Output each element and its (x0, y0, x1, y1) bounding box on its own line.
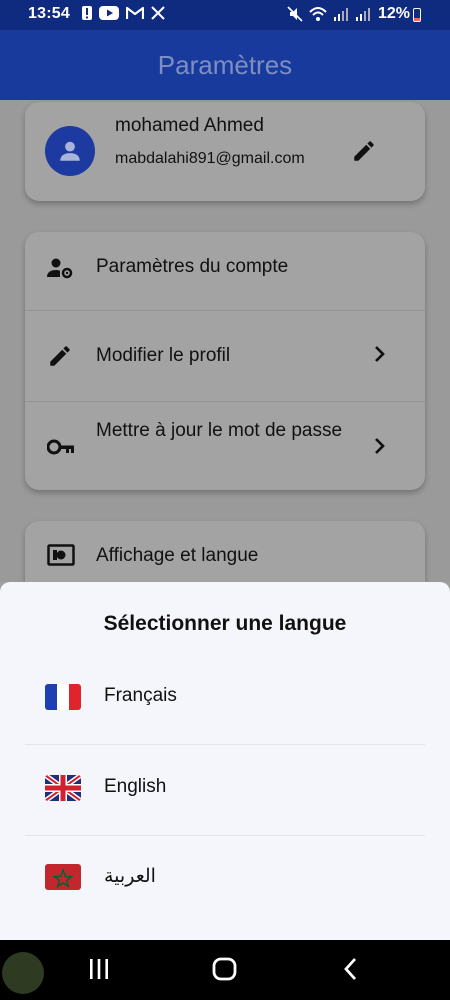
france-flag-icon (45, 684, 81, 710)
menu-item-display-language[interactable]: Affichage et langue (25, 521, 425, 591)
signal-icon (355, 6, 371, 25)
notification-icons (82, 6, 165, 23)
system-icons (287, 6, 371, 25)
key-icon (46, 438, 75, 461)
settings-content: mohamed Ahmed mabdalahi891@gmail.com Par… (0, 100, 450, 601)
display-icon (47, 544, 75, 571)
battery-percentage: 12% (378, 5, 411, 22)
gmail-icon (125, 6, 145, 23)
language-label: Français (104, 685, 177, 706)
navigation-bar (0, 940, 450, 1000)
avatar (45, 126, 95, 176)
app-bar: Paramètres (0, 30, 450, 100)
status-time: 13:54 (28, 5, 70, 22)
chevron-right-icon (371, 344, 389, 369)
uk-flag-icon (45, 775, 81, 801)
battery-icon (413, 8, 421, 22)
language-label: English (104, 776, 167, 797)
back-icon (344, 958, 357, 980)
status-bar: 13:54 12% (0, 0, 450, 30)
home-button[interactable] (211, 954, 239, 989)
wifi-icon (309, 6, 327, 25)
profile-email: mabdalahi891@gmail.com (115, 150, 305, 167)
menu-item-change-password[interactable]: Mettre à jour le mot de passe (25, 402, 425, 490)
menu-item-label: Affichage et langue (96, 545, 259, 566)
person-icon (60, 141, 80, 161)
pencil-icon (47, 343, 73, 374)
page-title: Paramètres (157, 49, 293, 80)
menu-item-label: Paramètres du compte (96, 256, 289, 277)
back-button[interactable] (340, 954, 362, 989)
menu-item-label: Modifier le profil (96, 345, 231, 366)
pencil-icon (354, 141, 374, 161)
language-option-french[interactable]: Français (25, 654, 425, 744)
menu-item-label: Mettre à jour le mot de passe (96, 420, 343, 441)
profile-name: mohamed Ahmed (115, 115, 264, 136)
watermark-logo (2, 952, 44, 994)
user-gear-icon (47, 256, 75, 285)
profile-card[interactable]: mohamed Ahmed mabdalahi891@gmail.com (25, 102, 425, 201)
youtube-icon (99, 6, 119, 23)
language-option-english[interactable]: English (25, 745, 425, 835)
alert-icon (82, 6, 92, 23)
language-option-arabic[interactable]: العربية (25, 834, 425, 924)
signal-icon (333, 6, 349, 25)
chevron-right-icon (371, 436, 389, 461)
menu-item-edit-profile[interactable]: Modifier le profil (25, 311, 425, 401)
edit-profile-button[interactable] (351, 138, 377, 169)
sheet-title: Sélectionner une langue (103, 612, 347, 635)
morocco-flag-icon (45, 864, 81, 890)
recent-apps-icon (90, 959, 108, 979)
home-icon (212, 957, 237, 981)
language-bottom-sheet: Sélectionner une langue Français English… (0, 582, 450, 940)
x-icon (151, 6, 165, 23)
account-settings-card: Paramètres du compte Modifier le profil … (25, 232, 425, 490)
recent-apps-button[interactable] (88, 954, 110, 989)
menu-item-account-settings[interactable]: Paramètres du compte (25, 232, 425, 310)
mute-icon (287, 6, 303, 25)
language-label: العربية (104, 866, 156, 887)
